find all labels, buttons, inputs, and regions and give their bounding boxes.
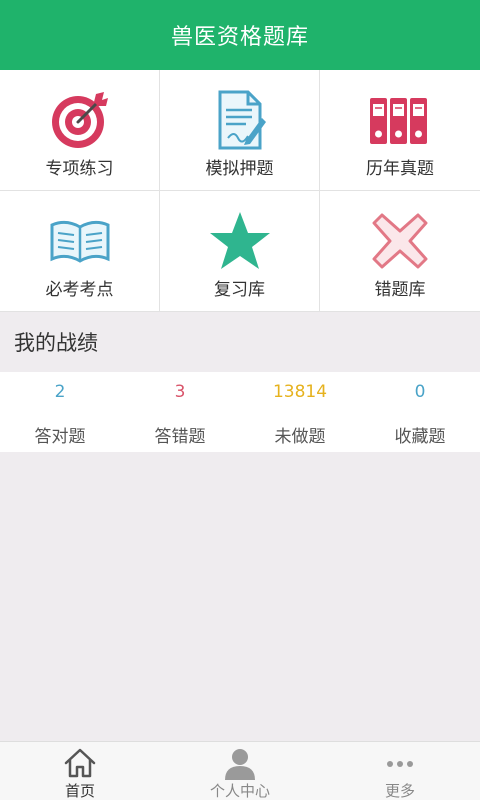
grid-item-past-exams[interactable]: 历年真题 [320, 70, 480, 191]
document-pen-icon [208, 88, 272, 152]
grid-item-wrong-bank[interactable]: 错题库 [320, 191, 480, 312]
stat-label: 答对题 [34, 427, 86, 447]
nav-item-more[interactable]: 更多 [320, 742, 480, 800]
grid-item-label: 必考考点 [45, 280, 114, 300]
stat-undone[interactable]: 13814 未做题 [240, 372, 360, 452]
stat-value: 3 [174, 382, 186, 402]
stat-wrong[interactable]: 3 答错题 [120, 372, 240, 452]
user-icon [223, 746, 257, 780]
nav-label: 首页 [64, 782, 95, 800]
record-section-title: 我的战绩 [14, 331, 98, 355]
stat-correct[interactable]: 2 答对题 [0, 372, 120, 452]
binders-icon [368, 88, 432, 152]
grid-item-label: 专项练习 [45, 159, 114, 179]
grid-item-key-points[interactable]: 必考考点 [0, 191, 160, 312]
record-stats: 2 答对题 3 答错题 13814 未做题 0 收藏题 [0, 372, 480, 452]
stat-label: 未做题 [274, 427, 326, 447]
app-header: 兽医资格题库 [0, 0, 480, 70]
grid-item-label: 模拟押题 [205, 159, 274, 179]
grid-item-label: 复习库 [214, 280, 265, 300]
nav-label: 个人中心 [209, 782, 270, 800]
nav-label: 更多 [384, 782, 415, 800]
feature-grid: 专项练习 模拟押题 历年真题 必考考点 复习库 错题库 [0, 70, 480, 312]
stat-value: 13814 [272, 382, 328, 402]
more-dots-icon [383, 746, 417, 780]
grid-item-mock-exam[interactable]: 模拟押题 [160, 70, 320, 191]
open-book-icon [48, 209, 112, 273]
stat-value: 0 [414, 382, 426, 402]
cross-icon [368, 209, 432, 273]
page-title: 兽医资格题库 [170, 25, 309, 50]
grid-item-review-bank[interactable]: 复习库 [160, 191, 320, 312]
star-icon [208, 209, 272, 273]
grid-item-label: 错题库 [374, 280, 426, 300]
grid-item-label: 历年真题 [366, 159, 434, 179]
nav-item-profile[interactable]: 个人中心 [160, 742, 320, 800]
grid-item-special-practice[interactable]: 专项练习 [0, 70, 160, 191]
target-icon [48, 88, 112, 152]
stat-value: 2 [54, 382, 66, 402]
stat-label: 收藏题 [394, 427, 446, 447]
bottom-nav: 首页 个人中心 更多 [0, 741, 480, 800]
nav-item-home[interactable]: 首页 [0, 742, 160, 800]
stat-label: 答错题 [154, 427, 206, 447]
stat-favorites[interactable]: 0 收藏题 [360, 372, 480, 452]
home-icon [63, 746, 97, 780]
